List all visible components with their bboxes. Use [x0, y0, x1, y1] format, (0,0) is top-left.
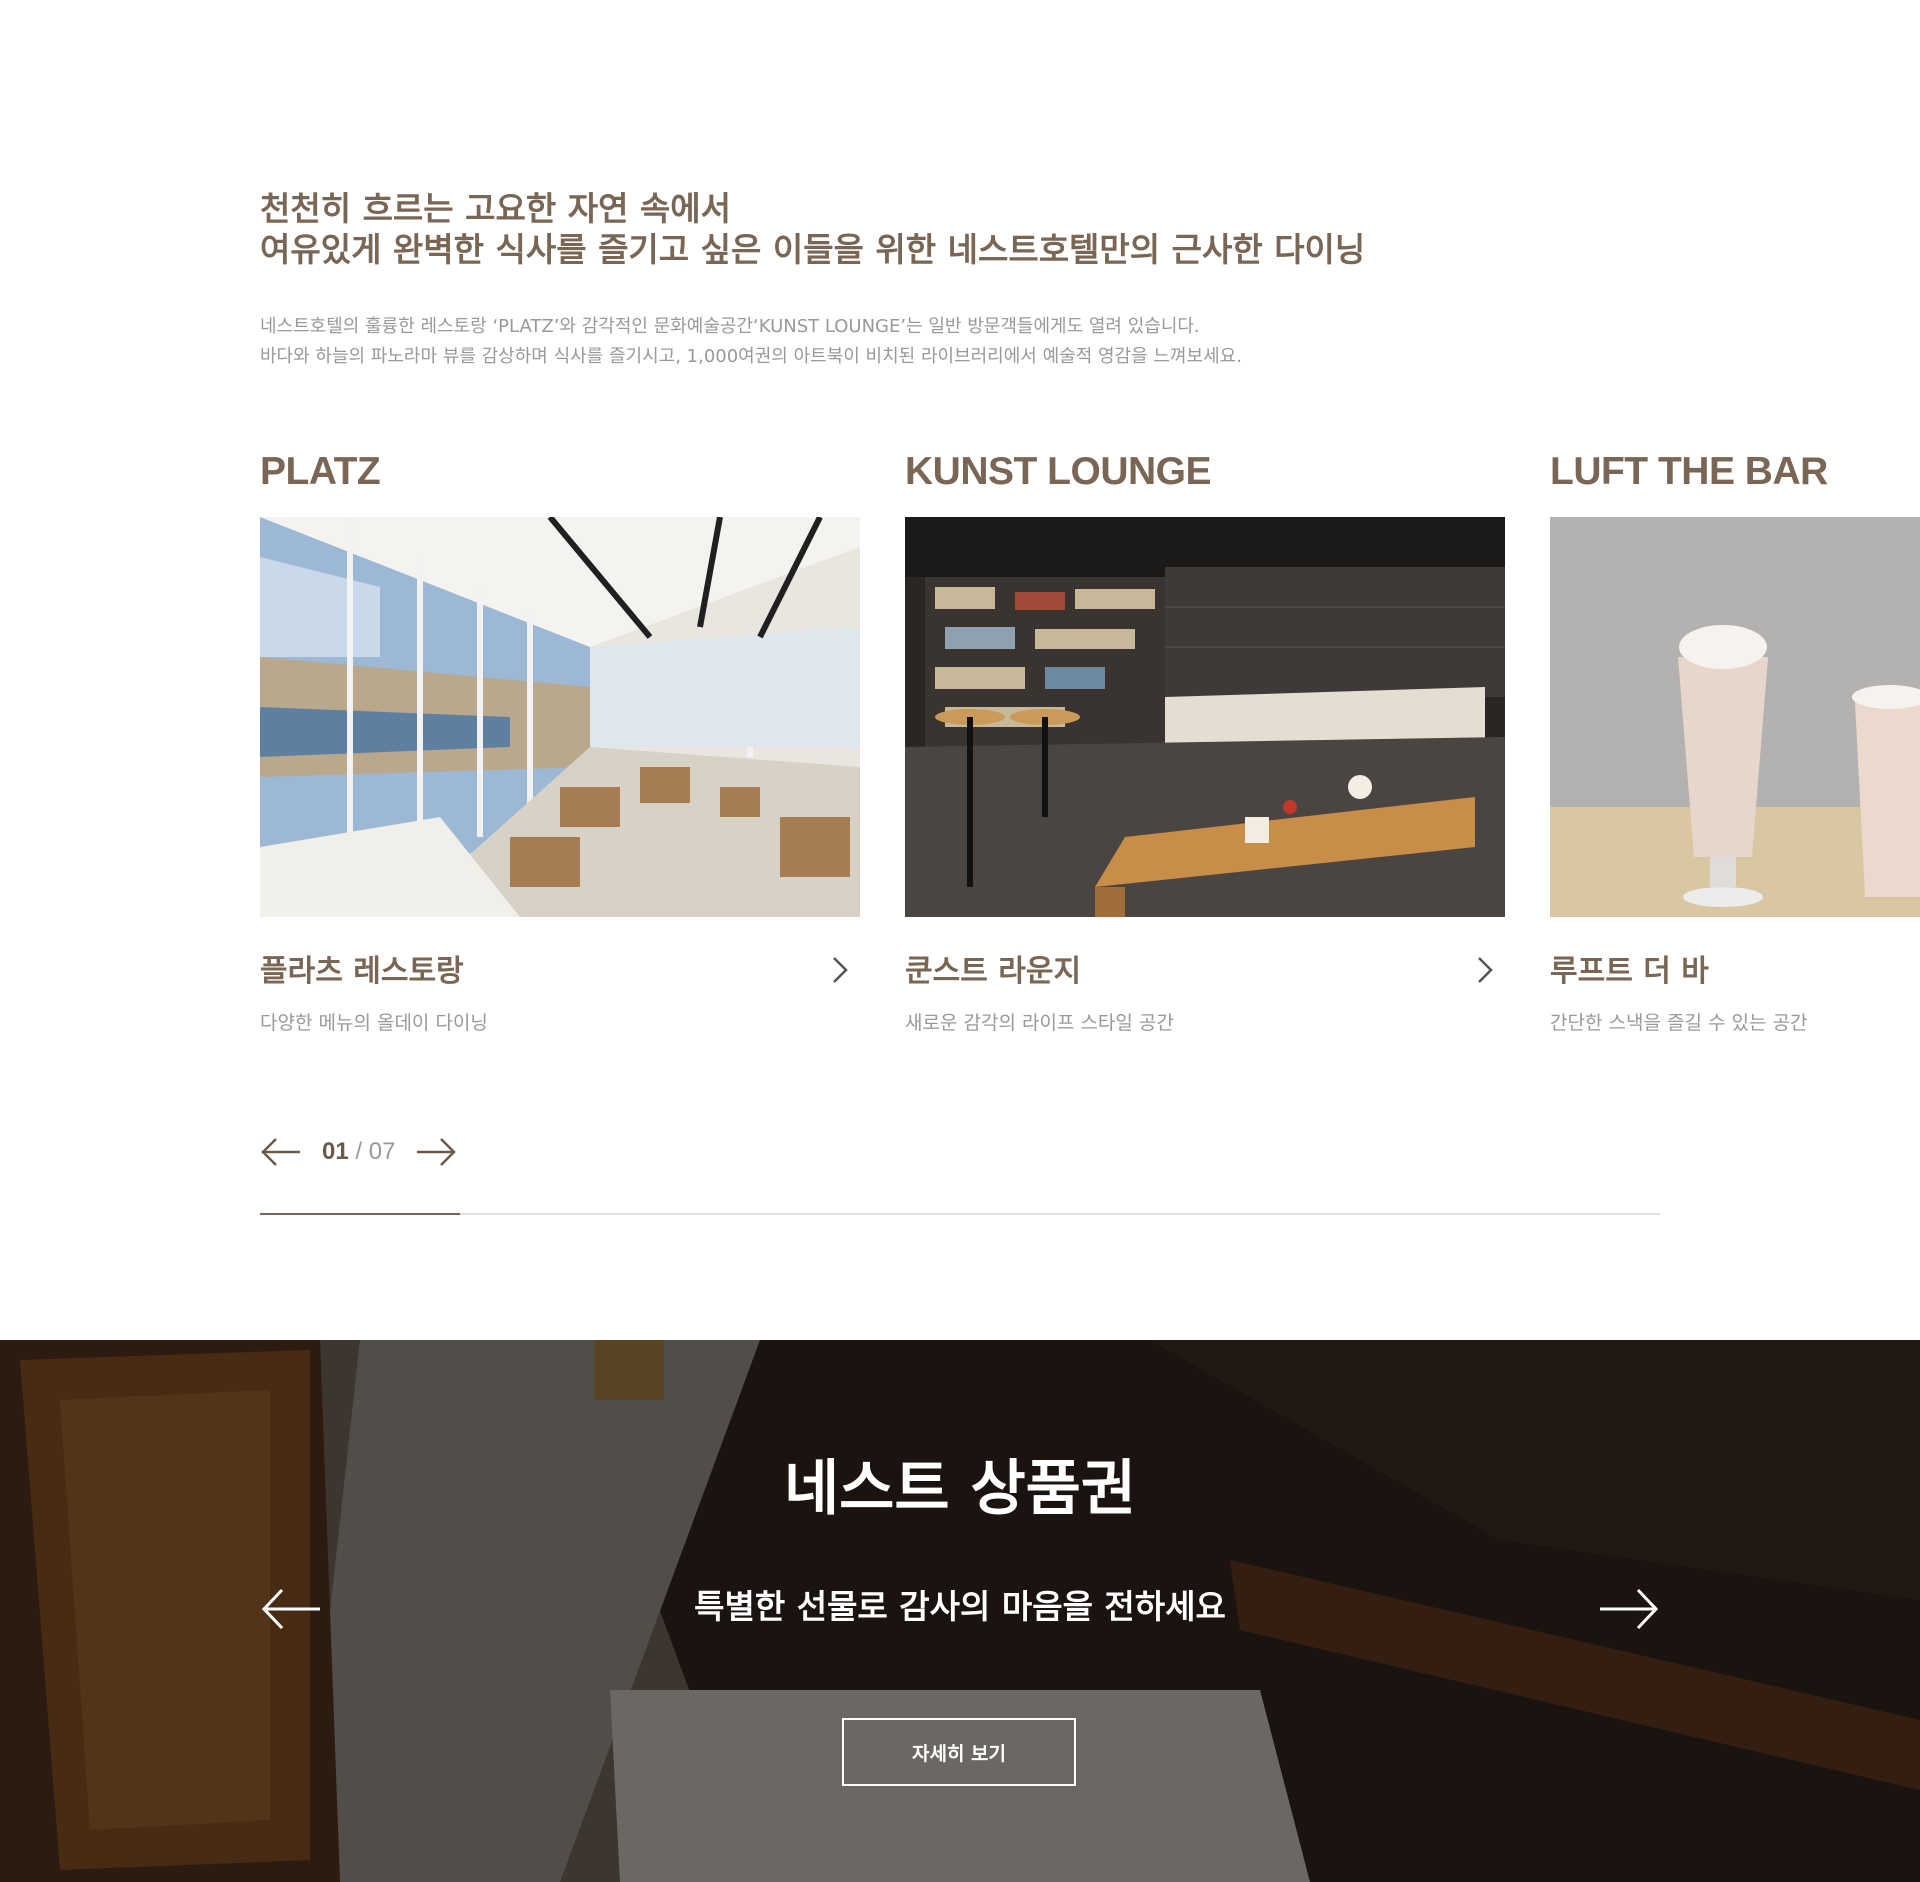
arrow-left-icon[interactable]	[260, 1136, 302, 1168]
headline-line: 여유있게 완벽한 식사를 즐기고 싶은 이들을 위한 네스트호텔만의 근사한 다…	[260, 230, 1366, 270]
dining-headline: 천천히 흐르는 고요한 자연 속에서 여유있게 완벽한 식사를 즐기고 싶은 이…	[260, 188, 1365, 271]
carousel-pager: 01 / 07	[260, 1132, 457, 1172]
card-description: 새로운 감각의 라이프 스타일 공간	[905, 1012, 1174, 1034]
headline-line: 천천히 흐르는 고요한 자연 속에서	[260, 189, 731, 228]
gift-voucher-banner: 네스트 상품권 특별한 선물로 감사의 마음을 전하세요 자세히 보기	[0, 1340, 1920, 1882]
card-description: 간단한 스낵을 즐길 수 있는 공간	[1550, 1012, 1808, 1034]
arrow-right-icon[interactable]	[415, 1136, 457, 1168]
carousel-card-platz[interactable]: PLATZ 플라츠 레스토랑 다양한 메뉴의 올데이 다이닝	[260, 446, 860, 1034]
page-separator: /	[355, 1138, 363, 1165]
card-name: 쿤스트 라운지	[905, 954, 1082, 989]
card-title: PLATZ	[260, 450, 381, 493]
card-title: LUFT THE BAR	[1550, 450, 1828, 493]
carousel-progress-track	[260, 1213, 1660, 1215]
lounge-library-photo[interactable]	[905, 517, 1505, 917]
voucher-title: 네스트 상품권	[783, 1454, 1137, 1524]
card-description: 다양한 메뉴의 올데이 다이닝	[260, 1012, 488, 1034]
page-counter: 01 / 07	[322, 1138, 395, 1166]
current-page: 01	[322, 1138, 349, 1165]
carousel-card-luft-the-bar[interactable]: LUFT THE BAR 루프트 더 바 간단한 스낵을 즐길 수 있는 공간	[1550, 446, 1920, 1034]
chevron-right-icon[interactable]	[828, 952, 852, 988]
dining-section: 천천히 흐르는 고요한 자연 속에서 여유있게 완벽한 식사를 즐기고 싶은 이…	[0, 0, 1920, 1340]
carousel-progress-fill	[260, 1213, 461, 1215]
voucher-details-button[interactable]: 자세히 보기	[842, 1718, 1076, 1786]
card-name: 루프트 더 바	[1550, 954, 1709, 989]
dining-description: 네스트호텔의 훌륭한 레스토랑 ‘PLATZ’와 감각적인 문화예술공간‘KUN…	[260, 312, 1242, 372]
description-line: 네스트호텔의 훌륭한 레스토랑 ‘PLATZ’와 감각적인 문화예술공간‘KUN…	[260, 316, 1200, 337]
milkshake-drinks-photo[interactable]	[1550, 517, 1920, 917]
chevron-right-icon[interactable]	[1473, 952, 1497, 988]
restaurant-interior-photo[interactable]	[260, 517, 860, 917]
card-title: KUNST LOUNGE	[905, 450, 1212, 493]
card-name: 플라츠 레스토랑	[260, 954, 464, 989]
dining-carousel: PLATZ 플라츠 레스토랑 다양한 메뉴의 올데이 다이닝 KUNST LOU…	[260, 446, 1920, 1046]
description-line: 바다와 하늘의 파노라마 뷰를 감상하며 식사를 즐기시고, 1,000여권의 …	[260, 346, 1242, 367]
total-pages: 07	[368, 1138, 396, 1165]
carousel-card-kunst-lounge[interactable]: KUNST LOUNGE 쿤스트 라운지 새로운 감각의 라이프 스타일 공간	[905, 446, 1505, 1034]
arrow-right-icon[interactable]	[1598, 1586, 1660, 1632]
